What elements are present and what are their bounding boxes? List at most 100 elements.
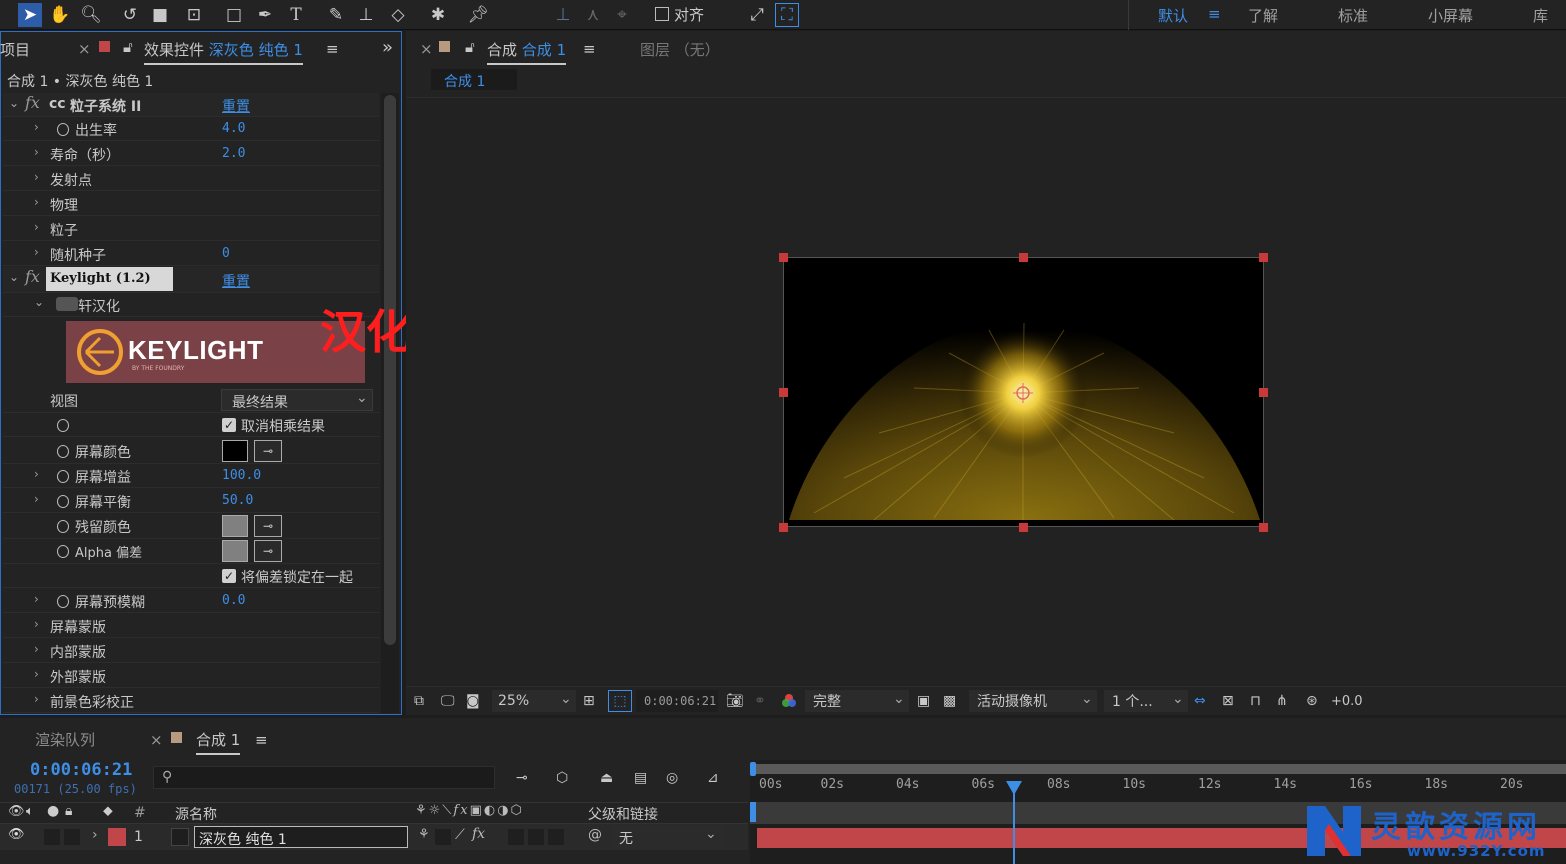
prop-row[interactable]: › 出生率 4.0 [3, 117, 379, 141]
fx-icon[interactable]: fx [25, 93, 40, 112]
vr-goggles-icon[interactable]: ◙ [466, 690, 480, 712]
draft-3d-icon[interactable]: ⬡ [556, 767, 568, 789]
prop-row[interactable]: › 寿命（秒） 2.0 [3, 142, 379, 166]
scrollbar-track[interactable] [381, 93, 399, 713]
lock-icon[interactable]: 🔓︎ [465, 38, 475, 56]
zoom-dropdown[interactable]: 25% ⌄ [492, 690, 576, 712]
chevron-right-icon[interactable]: › [34, 145, 39, 159]
chevron-right-icon[interactable]: › [34, 195, 39, 209]
workspace-small-screen[interactable]: 小屏幕 [1428, 5, 1473, 26]
eraser-tool-icon[interactable]: ◇ [386, 3, 410, 27]
transform-handle[interactable] [1019, 253, 1028, 262]
work-area-start-handle[interactable] [750, 762, 756, 776]
view-axis-icon[interactable]: ⌖ [610, 3, 634, 27]
color-swatch[interactable] [222, 540, 248, 562]
group-row[interactable]: › 前景色彩校正 [3, 689, 379, 713]
chevron-down-icon[interactable]: ⌄ [9, 96, 19, 110]
work-area-marker[interactable] [750, 802, 756, 822]
stopwatch-icon[interactable] [57, 445, 69, 458]
prop-row[interactable]: › 屏幕预模糊 0.0 [3, 589, 379, 613]
show-snapshot-icon[interactable]: ⚭ [754, 690, 766, 712]
transparency-grid-icon[interactable]: ▩ [943, 690, 956, 712]
motion-blur-switch[interactable] [528, 829, 544, 845]
view-dropdown[interactable]: 最终结果 ⌄ [221, 389, 373, 411]
effect-particle-system[interactable]: ⌄ fx cc 粒子系统 II 重置 [3, 93, 379, 117]
lock-column-icon[interactable]: 🔒︎ [65, 803, 72, 819]
lock-icon[interactable]: 🔓︎ [123, 38, 133, 56]
workspace-menu-icon[interactable]: ≡ [1208, 5, 1221, 23]
close-icon[interactable]: × [420, 40, 433, 58]
prop-row[interactable]: 视图 最终结果 ⌄ [3, 388, 379, 413]
prop-row[interactable]: 残留颜色 ⊸ [3, 514, 379, 539]
zoom-tool-icon[interactable]: 🔍︎ [79, 3, 103, 27]
transform-handle[interactable] [1259, 388, 1268, 397]
snapping-icon[interactable]: ⤢ [745, 3, 769, 27]
region-of-interest-icon[interactable]: ▣ [917, 690, 930, 712]
work-area-bar[interactable] [750, 764, 1566, 774]
label-tag-icon[interactable]: ⬥ [103, 803, 113, 819]
prop-row[interactable]: › 粒子 [3, 217, 379, 241]
pan-behind-tool-icon[interactable]: ⊡ [182, 3, 206, 27]
color-swatch[interactable] [222, 440, 248, 462]
stopwatch-icon[interactable] [57, 470, 69, 483]
prop-row[interactable]: 屏幕颜色 ⊸ [3, 438, 379, 464]
prop-row[interactable]: › 随机种子 0 [3, 242, 379, 266]
transform-handle[interactable] [779, 388, 788, 397]
chevron-right-icon[interactable]: › [34, 667, 39, 681]
tab-layer[interactable]: 图层 （无） [640, 39, 720, 60]
current-time[interactable]: 0:00:06:21 [30, 760, 132, 780]
chevron-right-icon[interactable]: › [34, 220, 39, 234]
always-preview-icon[interactable]: ⧉ [414, 690, 424, 712]
playhead-marker[interactable] [1006, 781, 1023, 795]
adjustment-switch[interactable] [548, 829, 564, 845]
tab-effect-controls[interactable]: 效果控件 深灰色 纯色 1 [144, 39, 303, 65]
group-row[interactable]: › 内部蒙版 [3, 639, 379, 663]
resolution-dropdown[interactable]: 完整 ⌄ [805, 690, 909, 712]
effect-keylight[interactable]: ⌄ fx Keylight (1.2) 重置 [3, 267, 379, 293]
stopwatch-icon[interactable] [57, 545, 69, 558]
prop-value[interactable]: 50.0 [222, 493, 253, 508]
camera-tool-icon[interactable]: ■ [148, 3, 172, 27]
group-row[interactable]: › 外部蒙版 [3, 664, 379, 688]
workspace-default[interactable]: 默认 [1158, 5, 1188, 26]
unpremultiply-checkbox[interactable]: ✓ [222, 418, 236, 432]
expand-panels-icon[interactable]: » [382, 37, 393, 58]
prop-value[interactable]: 4.0 [222, 121, 245, 136]
eyedropper-icon[interactable]: ⊸ [254, 515, 282, 537]
views-dropdown[interactable]: 1 个... ⌄ [1104, 690, 1188, 712]
chevron-right-icon[interactable]: › [34, 492, 39, 506]
transform-handle[interactable] [1259, 253, 1268, 262]
rotate-tool-icon[interactable]: ↺ [118, 3, 142, 27]
prop-value[interactable]: 100.0 [222, 468, 261, 483]
tab-composition[interactable]: 合成 合成 1 [487, 39, 567, 65]
panel-menu-icon[interactable]: ≡ [583, 40, 596, 58]
safe-margins-icon[interactable]: ⊞ [583, 690, 595, 712]
solo-toggle[interactable] [44, 829, 60, 845]
prop-row[interactable]: › 发射点 [3, 167, 379, 191]
camera-dropdown[interactable]: 活动摄像机 ⌄ [969, 690, 1097, 712]
prop-row[interactable]: › 屏幕增益 100.0 [3, 464, 379, 488]
table-row[interactable]: 👁︎ › 1 深灰色 纯色 1 ⚘ ⟋ fx @ 无 ⌄ [0, 824, 748, 850]
playhead-line[interactable] [1006, 781, 1023, 864]
lock-biases-checkbox[interactable]: ✓ [222, 569, 236, 583]
workspace-learn[interactable]: 了解 [1248, 5, 1278, 26]
chevron-right-icon[interactable]: › [34, 467, 39, 481]
reset-exposure-icon[interactable]: ⊛ [1306, 690, 1318, 712]
transform-handle[interactable] [1259, 523, 1268, 532]
switches-header-icons[interactable]: ⚘☼⟍fx▣◐◑⬡ [415, 803, 524, 818]
panel-menu-icon[interactable]: ≡ [326, 40, 339, 58]
chevron-right-icon[interactable]: › [34, 642, 39, 656]
chevron-right-icon[interactable]: › [34, 692, 39, 706]
stopwatch-icon[interactable] [57, 595, 69, 608]
mask-visibility-icon[interactable]: ⬚ [608, 690, 632, 712]
transform-handle[interactable] [779, 253, 788, 262]
effects-switch-icon[interactable]: fx [472, 826, 485, 842]
chevron-right-icon[interactable]: › [34, 592, 39, 606]
chevron-right-icon[interactable]: › [34, 617, 39, 631]
brush-tool-icon[interactable]: ✎ [324, 3, 348, 27]
source-name-header[interactable]: 源名称 [175, 804, 217, 824]
comp-canvas[interactable] [783, 257, 1264, 527]
tab-project[interactable]: 项目 [0, 39, 30, 60]
roto-brush-tool-icon[interactable]: ✱ [426, 3, 450, 27]
reset-button[interactable]: 重置 [222, 271, 250, 291]
